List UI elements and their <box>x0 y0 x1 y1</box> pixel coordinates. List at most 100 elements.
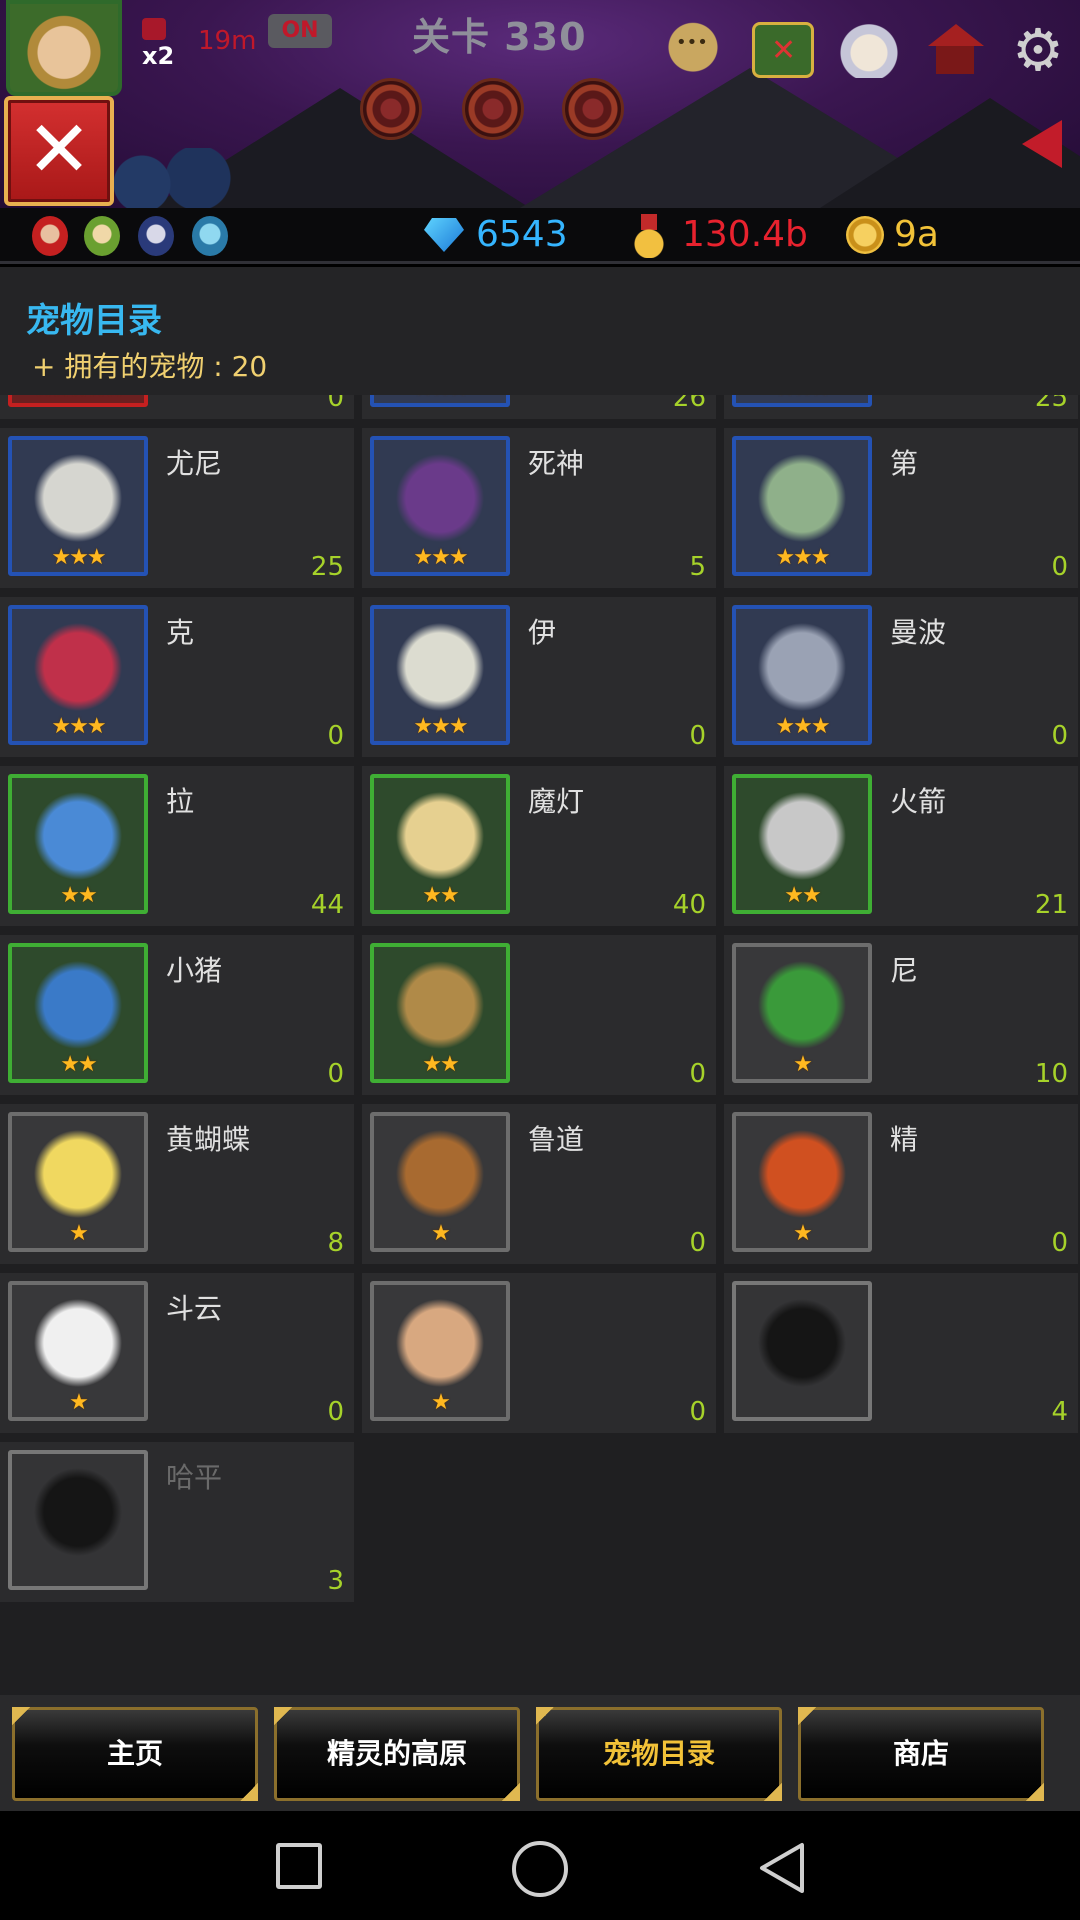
pet-portrait-frame[interactable]: ★★★★★ <box>8 395 148 407</box>
home-circle-icon[interactable] <box>512 1841 568 1897</box>
star-rating-icon: ★★ <box>422 1052 459 1077</box>
pet-card[interactable]: ★★★ 25 <box>724 395 1078 419</box>
hero-portrait[interactable] <box>6 0 122 96</box>
star-rating-icon: ★★★ <box>374 395 506 401</box>
pet-name: 鲁道 <box>528 1123 585 1156</box>
pet-portrait-frame[interactable]: ★ <box>732 943 872 1083</box>
tiki-pet-icon <box>396 961 484 1049</box>
pet-card[interactable]: ★★ 火箭 21 <box>724 766 1078 926</box>
pet-portrait-frame[interactable]: ★★★ <box>8 436 148 576</box>
speed-timer: 19m <box>198 26 257 56</box>
pet-card[interactable]: ★ 精 0 <box>724 1104 1078 1264</box>
nav-shop-button[interactable]: 商店 <box>798 1707 1044 1801</box>
pet-name: 小猪 <box>166 954 223 987</box>
pet-card[interactable]: ★★★ 26 <box>362 395 716 419</box>
game-hud: x2 19m ON 关卡 330 ⚙ ✕ <box>0 0 1080 208</box>
pet-level: 0 <box>1051 721 1068 751</box>
elephant-pet-icon <box>758 623 846 711</box>
star-rating-icon: ★★ <box>784 883 821 908</box>
star-rating-icon: ★★★ <box>775 545 830 570</box>
star-rating-icon: ★ <box>431 1390 451 1415</box>
gear-icon[interactable]: ⚙ <box>1010 21 1066 79</box>
nav-elf-plateau-button[interactable]: 精灵的高原 <box>274 1707 520 1801</box>
pet-card[interactable]: ★★ 拉 44 <box>0 766 354 926</box>
pet-portrait-frame[interactable]: ★★★ <box>732 605 872 745</box>
pet-grid[interactable]: ★★★★★0★★★26★★★25★★★尤尼25★★★死神5★★★第0★★★克0★… <box>0 395 1080 1695</box>
speed-multiplier: x2 <box>142 42 175 70</box>
pet-card[interactable]: ★★ 0 <box>362 935 716 1095</box>
pet-portrait-frame[interactable]: ★★ <box>8 774 148 914</box>
angel-icon[interactable] <box>838 22 900 78</box>
pet-level: 5 <box>689 552 706 582</box>
close-icon: ✕ <box>26 105 92 195</box>
pet-name: 魔灯 <box>528 785 585 818</box>
speed-toggle[interactable]: ON <box>268 14 332 48</box>
pet-card[interactable]: ★ 鲁道 0 <box>362 1104 716 1264</box>
close-button[interactable]: ✕ <box>4 96 114 206</box>
star-rating-icon: ★★ <box>60 1052 97 1077</box>
pet-card[interactable]: ★★★★★ 0 <box>0 395 354 419</box>
buddha-pet-icon <box>396 1299 484 1387</box>
nav-pet-catalog-button[interactable]: 宠物目录 <box>536 1707 782 1801</box>
pet-portrait-frame[interactable]: ★★★ <box>370 395 510 407</box>
pet-card[interactable]: ★ 尼 10 <box>724 935 1078 1095</box>
pet-portrait-frame[interactable]: ★★★ <box>370 605 510 745</box>
pet-name: 黄蝴蝶 <box>166 1123 251 1156</box>
pet-portrait-frame[interactable]: ★ <box>370 1112 510 1252</box>
speed-boost-icon[interactable]: x2 <box>142 14 192 70</box>
elf-pet-icon <box>758 961 846 1049</box>
fast-forward-icon <box>142 18 166 40</box>
pet-portrait-frame[interactable]: ★★ <box>8 943 148 1083</box>
party-robot-icon[interactable] <box>192 216 228 256</box>
pet-card[interactable]: ★★★ 伊 0 <box>362 597 716 757</box>
nav-home-button[interactable]: 主页 <box>12 1707 258 1801</box>
pet-card[interactable]: ★★ 魔灯 40 <box>362 766 716 926</box>
recent-apps-icon[interactable] <box>276 1843 322 1889</box>
gem-count: 6543 <box>476 214 568 255</box>
pet-card[interactable]: ★ 黄蝴蝶 8 <box>0 1104 354 1264</box>
medal-icon <box>632 214 666 258</box>
pet-card[interactable]: ★ 0 <box>362 1273 716 1433</box>
pet-portrait-frame[interactable]: ★★★ <box>732 395 872 407</box>
pet-card[interactable]: ★★★ 克 0 <box>0 597 354 757</box>
trees-backdrop <box>100 148 240 208</box>
pet-card[interactable]: ★★ 小猪 0 <box>0 935 354 1095</box>
pet-portrait-frame[interactable]: ★★ <box>370 943 510 1083</box>
pet-card[interactable]: ★★★ 第 0 <box>724 428 1078 588</box>
pet-portrait-frame[interactable]: ★★★ <box>8 605 148 745</box>
pet-portrait-frame[interactable] <box>732 1281 872 1421</box>
star-rating-icon: ★★ <box>60 883 97 908</box>
pet-card[interactable]: ★★★ 曼波 0 <box>724 597 1078 757</box>
pet-portrait-frame[interactable]: ★ <box>8 1112 148 1252</box>
back-arrow-icon[interactable] <box>1022 120 1062 168</box>
house-icon[interactable] <box>924 22 986 78</box>
pet-level: 4 <box>1051 1397 1068 1427</box>
pet-portrait-frame[interactable] <box>8 1450 148 1590</box>
pet-card[interactable]: ★★★ 死神 5 <box>362 428 716 588</box>
pet-level: 0 <box>1051 552 1068 582</box>
pet-card[interactable]: ★ 斗云 0 <box>0 1273 354 1433</box>
pet-level: 0 <box>327 1059 344 1089</box>
pet-portrait-frame[interactable]: ★ <box>370 1281 510 1421</box>
party-elf-icon[interactable] <box>84 216 120 256</box>
pet-card[interactable]: 哈平 3 <box>0 1442 354 1602</box>
party-hero-icon[interactable] <box>32 216 68 256</box>
pet-portrait-frame[interactable]: ★★★ <box>732 436 872 576</box>
pirate-squid-pet-icon <box>758 1130 846 1218</box>
back-triangle-icon[interactable] <box>756 1841 806 1895</box>
pet-portrait-frame[interactable]: ★ <box>732 1112 872 1252</box>
pet-name: 尼 <box>890 954 919 987</box>
pet-name: 尤尼 <box>166 447 223 480</box>
pet-portrait-frame[interactable]: ★★★ <box>370 436 510 576</box>
party-knight-icon[interactable] <box>138 216 174 256</box>
pet-portrait-frame[interactable]: ★ <box>8 1281 148 1421</box>
pet-portrait-frame[interactable]: ★★ <box>370 774 510 914</box>
pet-level: 26 <box>672 395 706 413</box>
pet-card[interactable]: 4 <box>724 1273 1078 1433</box>
reindeer-pet-icon <box>396 1130 484 1218</box>
star-rating-icon: ★★★ <box>736 395 868 401</box>
pet-card[interactable]: ★★★ 尤尼 25 <box>0 428 354 588</box>
chat-icon[interactable] <box>662 22 724 78</box>
crossed-swords-badge-icon[interactable] <box>752 22 814 78</box>
pet-portrait-frame[interactable]: ★★ <box>732 774 872 914</box>
